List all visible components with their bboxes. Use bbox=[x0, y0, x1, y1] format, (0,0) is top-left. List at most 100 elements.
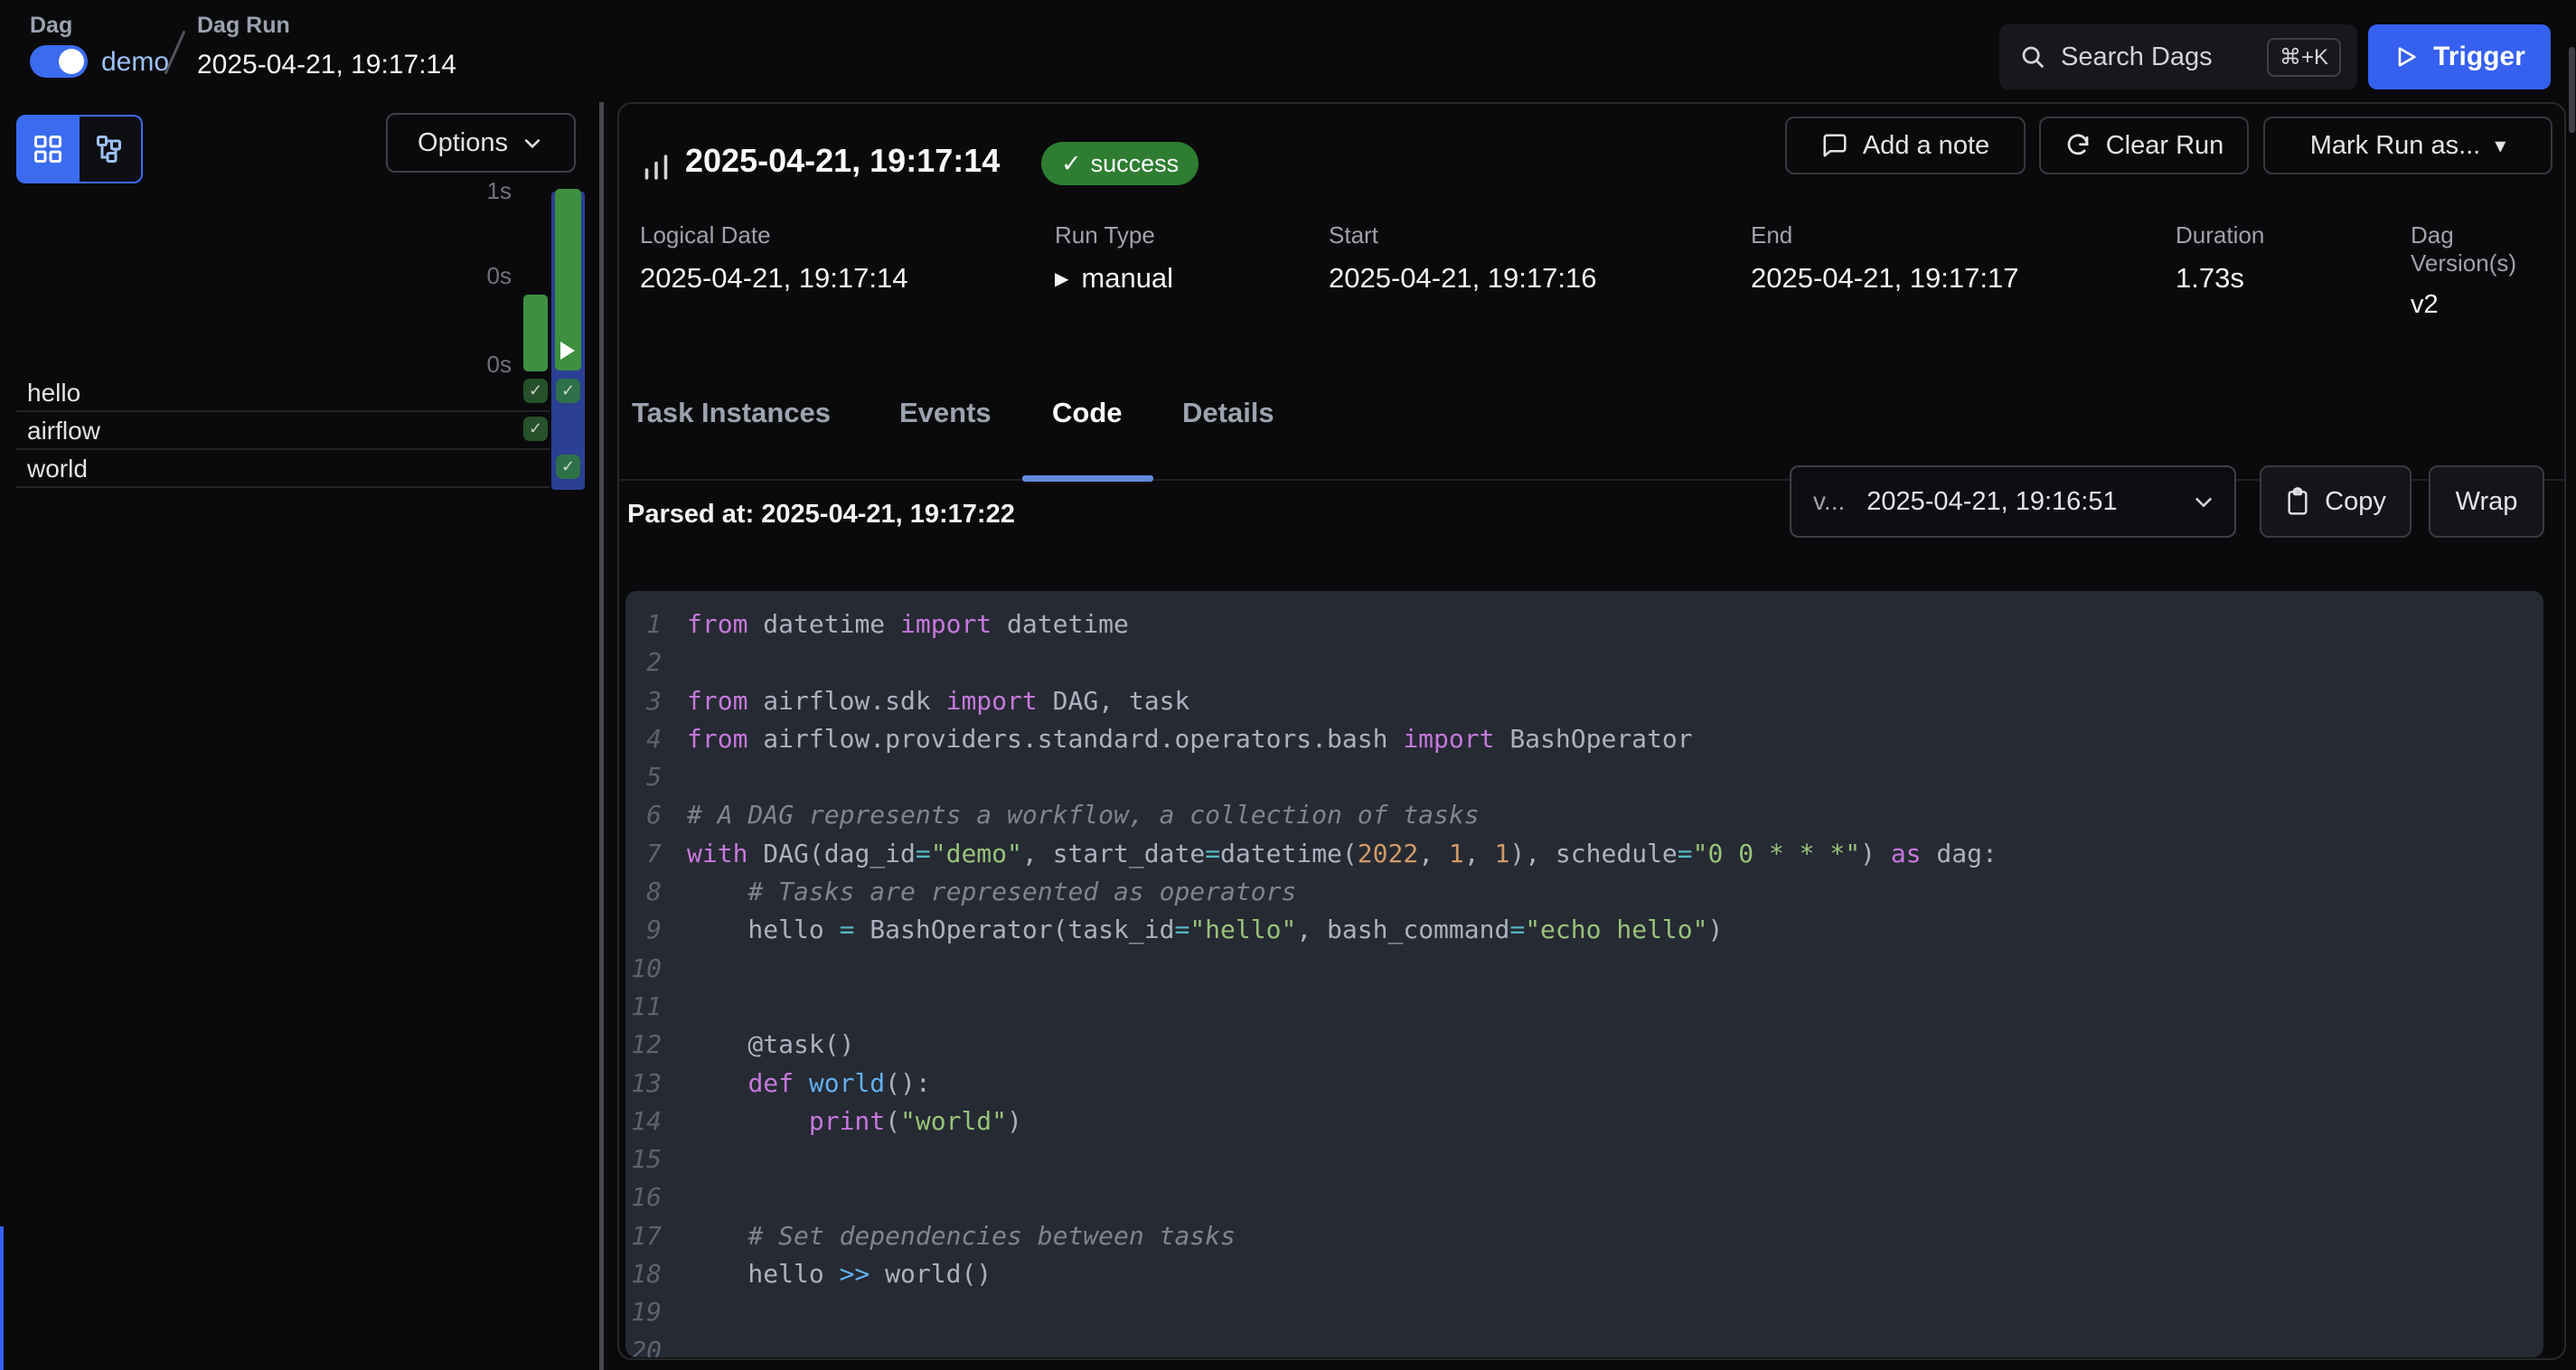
task-instance-hello-run1[interactable]: ✓ bbox=[523, 379, 548, 403]
line-number: 8 bbox=[625, 873, 687, 911]
version-value: 2025-04-21, 19:16:51 bbox=[1866, 487, 2117, 517]
search-icon bbox=[2019, 43, 2046, 70]
chevron-down-icon bbox=[521, 131, 544, 155]
code-lines: 1from datetime import datetime23from air… bbox=[625, 605, 2543, 1357]
task-instance-hello-run2[interactable]: ✓ bbox=[556, 379, 580, 403]
code-line: 18 hello >> world() bbox=[625, 1255, 2543, 1293]
line-number: 9 bbox=[625, 911, 687, 949]
task-row-airflow[interactable]: airflow bbox=[27, 417, 100, 446]
dag-name-link[interactable]: demo bbox=[101, 47, 169, 78]
dag-run-panel: 2025-04-21, 19:17:14 ✓ success Add a not… bbox=[617, 102, 2566, 1360]
meta-duration: Duration 1.73s bbox=[2176, 221, 2264, 295]
right-scrollbar-thumb[interactable] bbox=[2569, 47, 2575, 133]
graph-view-button[interactable] bbox=[80, 115, 143, 183]
tab-task-instances[interactable]: Task Instances bbox=[632, 397, 831, 429]
line-number: 11 bbox=[625, 988, 687, 1026]
code-line: 3from airflow.sdk import DAG, task bbox=[625, 682, 2543, 720]
row-divider bbox=[16, 410, 550, 412]
line-number: 4 bbox=[625, 720, 687, 758]
top-bar: Dag demo Dag Run 2025-04-21, 19:17:14 Se… bbox=[0, 0, 2576, 102]
code-line: 14 print("world") bbox=[625, 1103, 2543, 1140]
row-divider bbox=[16, 486, 550, 488]
row-divider bbox=[16, 448, 550, 450]
meta-run-type: Run Type ▶ manual bbox=[1055, 221, 1173, 295]
line-number: 15 bbox=[625, 1140, 687, 1178]
dag-breadcrumb-label: Dag bbox=[30, 13, 72, 39]
parsed-at-text: Parsed at: 2025-04-21, 19:17:22 bbox=[627, 500, 1015, 530]
line-number: 6 bbox=[625, 796, 687, 834]
wrap-button[interactable]: Wrap bbox=[2429, 465, 2544, 538]
dag-version-select[interactable]: v... 2025-04-21, 19:16:51 bbox=[1790, 465, 2236, 538]
code-block: 1from datetime import datetime23from air… bbox=[625, 591, 2543, 1357]
dag-run-date: 2025-04-21, 19:17:14 bbox=[197, 50, 456, 80]
code-line: 10 bbox=[625, 950, 2543, 988]
gantt-bar-run-1[interactable] bbox=[523, 295, 548, 371]
clear-run-button[interactable]: Clear Run bbox=[2039, 117, 2249, 174]
play-icon bbox=[2393, 44, 2419, 70]
duration-tick-1s: 1s bbox=[466, 177, 512, 205]
manual-run-marker-icon bbox=[560, 342, 575, 360]
dag-pause-toggle[interactable] bbox=[30, 45, 88, 78]
task-instance-world-run2[interactable]: ✓ bbox=[556, 455, 580, 479]
duration-tick-0s-a: 0s bbox=[466, 262, 512, 290]
bar-chart-icon bbox=[640, 151, 672, 183]
code-line: 1from datetime import datetime bbox=[625, 605, 2543, 643]
line-number: 18 bbox=[625, 1255, 687, 1293]
code-line: 9 hello = BashOperator(task_id="hello", … bbox=[625, 911, 2543, 949]
mark-run-as-button[interactable]: Mark Run as... ▾ bbox=[2263, 117, 2552, 174]
tab-events[interactable]: Events bbox=[899, 397, 992, 429]
code-line: 13 def world(): bbox=[625, 1065, 2543, 1103]
meta-end: End 2025-04-21, 19:17:17 bbox=[1751, 221, 2018, 295]
view-mode-switcher bbox=[16, 115, 143, 183]
clear-run-label: Clear Run bbox=[2106, 131, 2224, 161]
options-label: Options bbox=[418, 128, 508, 158]
dag-run-label: Dag Run bbox=[197, 13, 456, 39]
line-number: 12 bbox=[625, 1026, 687, 1064]
clipboard-icon bbox=[2285, 487, 2310, 516]
caret-down-icon: ▾ bbox=[2495, 133, 2505, 159]
line-number: 1 bbox=[625, 605, 687, 643]
code-line: 2 bbox=[625, 643, 2543, 681]
tab-code[interactable]: Code bbox=[1052, 397, 1123, 429]
mark-run-as-label: Mark Run as... bbox=[2310, 131, 2481, 161]
code-line: 19 bbox=[625, 1293, 2543, 1331]
line-number: 2 bbox=[625, 643, 687, 681]
task-row-world[interactable]: world bbox=[27, 455, 88, 483]
code-line: 7with DAG(dag_id="demo", start_date=date… bbox=[625, 835, 2543, 873]
code-line: 20 bbox=[625, 1332, 2543, 1357]
meta-logical-date: Logical Date 2025-04-21, 19:17:14 bbox=[640, 221, 907, 295]
code-line: 16 bbox=[625, 1178, 2543, 1216]
options-dropdown[interactable]: Options bbox=[386, 113, 576, 173]
graph-icon bbox=[94, 133, 127, 165]
task-instance-airflow-run1[interactable]: ✓ bbox=[523, 417, 548, 441]
sidebar-resize-handle[interactable] bbox=[599, 102, 604, 1370]
note-icon bbox=[1821, 132, 1848, 159]
copy-button[interactable]: Copy bbox=[2260, 465, 2411, 538]
code-line: 6# A DAG represents a workflow, a collec… bbox=[625, 796, 2543, 834]
search-dags-input[interactable]: Search Dags ⌘+K bbox=[1999, 24, 2357, 89]
line-number: 7 bbox=[625, 835, 687, 873]
code-line: 4from airflow.providers.standard.operato… bbox=[625, 720, 2543, 758]
dag-label: Dag bbox=[30, 13, 72, 38]
line-number: 10 bbox=[625, 950, 687, 988]
copy-label: Copy bbox=[2325, 487, 2386, 517]
tab-details[interactable]: Details bbox=[1182, 397, 1274, 429]
trigger-button[interactable]: Trigger bbox=[2368, 24, 2551, 89]
redo-icon bbox=[2064, 132, 2092, 159]
add-note-label: Add a note bbox=[1863, 131, 1989, 161]
line-number: 20 bbox=[625, 1332, 687, 1357]
status-badge: ✓ success bbox=[1041, 142, 1199, 185]
run-title: 2025-04-21, 19:17:14 bbox=[685, 142, 1000, 180]
task-row-hello[interactable]: hello bbox=[27, 379, 80, 408]
dag-run-breadcrumb: Dag Run 2025-04-21, 19:17:14 bbox=[197, 13, 456, 80]
grid-view-button[interactable] bbox=[16, 115, 80, 183]
version-prefix: v... bbox=[1813, 487, 1845, 516]
meta-dag-versions: Dag Version(s) v2 bbox=[2411, 221, 2564, 320]
search-placeholder: Search Dags bbox=[2061, 42, 2213, 72]
code-line: 5 bbox=[625, 758, 2543, 796]
grid-icon bbox=[32, 133, 64, 165]
add-note-button[interactable]: Add a note bbox=[1785, 117, 2026, 174]
run-type-value: manual bbox=[1081, 262, 1173, 295]
code-line: 15 bbox=[625, 1140, 2543, 1178]
toggle-knob bbox=[59, 49, 84, 74]
